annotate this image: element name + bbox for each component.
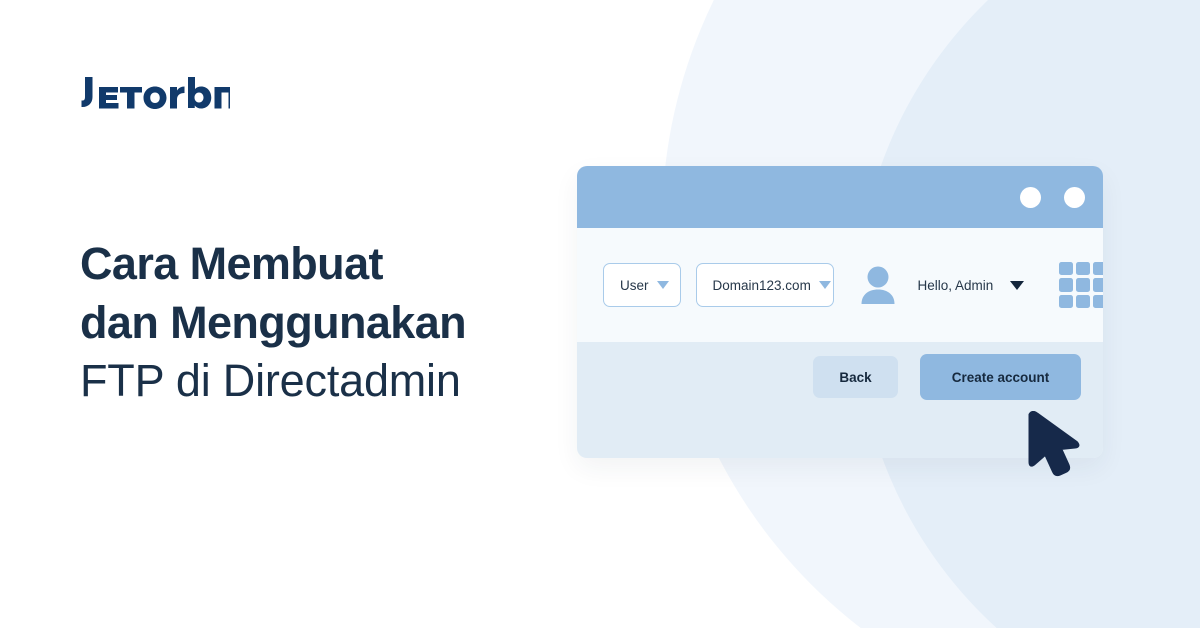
- grid-cell: [1093, 278, 1103, 292]
- window-dot-icon[interactable]: [1064, 187, 1085, 208]
- chevron-down-icon: [656, 281, 669, 289]
- grid-cell: [1076, 294, 1091, 308]
- grid-cell: [1059, 278, 1074, 292]
- back-button[interactable]: Back: [813, 356, 898, 398]
- greeting-label: Hello, Admin: [917, 277, 994, 293]
- browser-window-mockup: User Domain123.com Hello, Admin Back Cre…: [577, 166, 1103, 458]
- grid-cell: [1059, 262, 1074, 276]
- grid-cell: [1076, 278, 1091, 292]
- headline-line-2: dan Menggunakan: [80, 296, 467, 348]
- headline-line-1: Cara Membuat: [80, 238, 383, 290]
- user-select-value: User: [620, 277, 649, 293]
- grid-cell: [1076, 262, 1091, 276]
- dialog-footer: Back Create account: [577, 342, 1103, 458]
- apps-grid-icon[interactable]: [1059, 262, 1103, 308]
- page-title: Cara Membuat dan Menggunakan FTP di Dire…: [80, 235, 600, 411]
- create-account-button[interactable]: Create account: [920, 354, 1081, 400]
- grid-cell: [1093, 262, 1103, 276]
- grid-cell: [1093, 294, 1103, 308]
- domain-select[interactable]: Domain123.com: [695, 263, 834, 307]
- user-select[interactable]: User: [603, 263, 681, 307]
- window-dot-icon[interactable]: [1020, 187, 1041, 208]
- jetorbit-logo: [80, 76, 230, 116]
- poster-canvas: Cara Membuat dan Menggunakan FTP di Dire…: [0, 0, 1200, 628]
- control-panel-toolbar: User Domain123.com Hello, Admin: [577, 228, 1103, 342]
- chevron-down-icon: [818, 281, 831, 289]
- user-avatar-icon: [860, 266, 896, 304]
- grid-cell: [1059, 294, 1074, 308]
- window-titlebar: [577, 166, 1103, 228]
- domain-select-value: Domain123.com: [712, 277, 811, 293]
- chevron-down-icon[interactable]: [1010, 280, 1025, 290]
- headline-line-3: FTP di Directadmin: [80, 355, 461, 407]
